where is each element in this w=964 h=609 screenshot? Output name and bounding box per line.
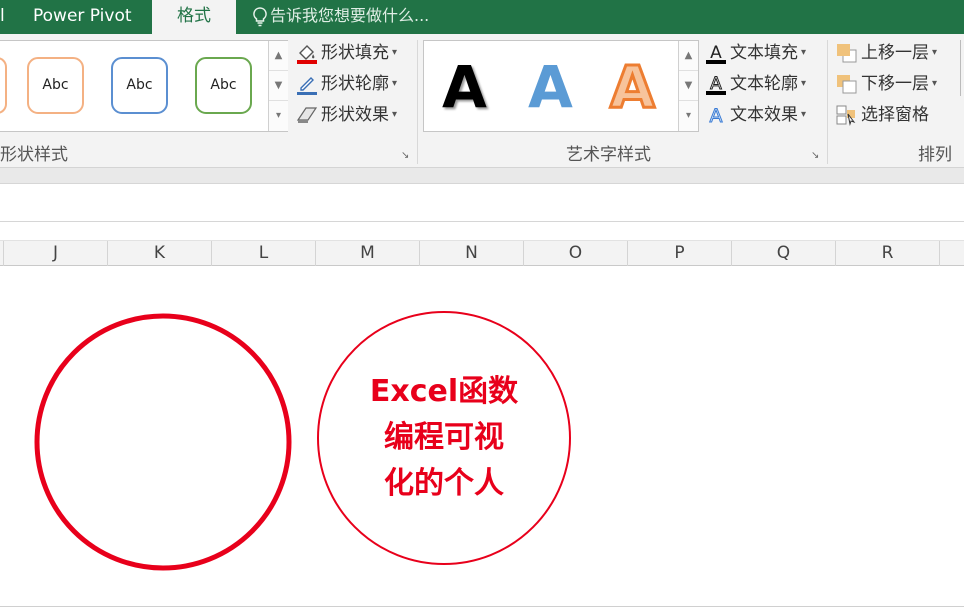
grid-bottom-line	[0, 606, 964, 607]
thick-red-circle[interactable]	[34, 313, 292, 571]
circle-text: Excel函数 编程可视 化的个人	[364, 369, 524, 507]
circle-text-line: Excel函数	[369, 374, 519, 409]
circle-text-line: 化的个人	[384, 466, 504, 501]
circle-text-line: 编程可视	[384, 420, 504, 455]
circle-text-box[interactable]: Excel函数 编程可视 化的个人	[318, 312, 570, 564]
